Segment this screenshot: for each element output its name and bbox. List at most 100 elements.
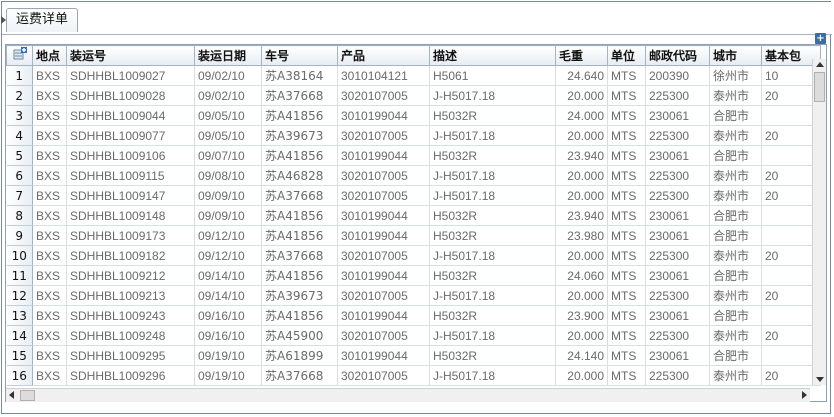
table-cell[interactable]: 合肥市 — [709, 225, 762, 246]
add-row-icon[interactable] — [6, 45, 33, 66]
row-number[interactable]: 3 — [6, 105, 33, 126]
horizontal-scroll-thumb[interactable] — [20, 390, 35, 401]
table-row[interactable]: 9 BXS SDHHBL1009173 09/12/10 苏A41856 30101990… — [6, 225, 821, 246]
table-cell[interactable]: 230061 — [645, 345, 710, 366]
table-cell[interactable]: 泰州市 — [709, 285, 762, 306]
column-header[interactable]: 单位 — [607, 45, 646, 66]
table-cell[interactable]: BXS — [32, 365, 67, 386]
table-cell[interactable]: BXS — [32, 105, 67, 126]
table-cell[interactable]: 3020107005 — [337, 185, 430, 206]
table-row[interactable]: 14 BXS SDHHBL1009248 09/16/10 苏A45900 3020107… — [6, 325, 821, 346]
table-cell[interactable]: 24.060 — [555, 265, 608, 286]
row-number[interactable]: 14 — [6, 325, 33, 346]
table-cell[interactable]: SDHHBL1009044 — [66, 105, 195, 126]
table-cell[interactable]: 23.940 — [555, 145, 608, 166]
column-header[interactable]: 产品 — [337, 45, 430, 66]
table-cell[interactable]: 09/09/10 — [194, 205, 262, 226]
table-cell[interactable]: 苏A45900 — [261, 325, 338, 346]
table-row[interactable]: 12 BXS SDHHBL1009213 09/14/10 苏A39673 3020107… — [6, 285, 821, 306]
table-cell[interactable]: 合肥市 — [709, 305, 762, 326]
table-cell[interactable]: 23.980 — [555, 225, 608, 246]
table-cell[interactable]: BXS — [32, 185, 67, 206]
table-cell[interactable]: 20.000 — [555, 245, 608, 266]
table-cell[interactable]: SDHHBL1009213 — [66, 285, 195, 306]
table-cell[interactable]: 3010199044 — [337, 265, 430, 286]
row-number[interactable]: 12 — [6, 285, 33, 306]
row-number[interactable]: 4 — [6, 125, 33, 146]
table-cell[interactable]: 225300 — [645, 185, 710, 206]
table-cell[interactable]: H5032R — [429, 145, 556, 166]
row-number[interactable]: 1 — [6, 65, 33, 86]
add-column-icon[interactable]: + — [815, 33, 826, 44]
table-cell[interactable]: BXS — [32, 165, 67, 186]
table-row[interactable]: 15 BXS SDHHBL1009295 09/19/10 苏A61899 3010199… — [6, 345, 821, 366]
table-cell[interactable]: 苏A61899 — [261, 345, 338, 366]
row-number[interactable]: 5 — [6, 145, 33, 166]
table-cell[interactable]: 泰州市 — [709, 165, 762, 186]
table-cell[interactable]: SDHHBL1009027 — [66, 65, 195, 86]
table-cell[interactable]: 3010199044 — [337, 225, 430, 246]
table-cell[interactable]: 230061 — [645, 305, 710, 326]
table-cell[interactable]: 230061 — [645, 225, 710, 246]
table-cell[interactable]: 苏A41856 — [261, 105, 338, 126]
table-cell[interactable]: MTS — [607, 145, 646, 166]
table-cell[interactable]: 泰州市 — [709, 185, 762, 206]
table-cell[interactable]: 20.000 — [555, 165, 608, 186]
table-cell[interactable]: H5061 — [429, 65, 556, 86]
table-cell[interactable]: 泰州市 — [709, 85, 762, 106]
table-cell[interactable]: J-H5017.18 — [429, 125, 556, 146]
table-cell[interactable]: 09/14/10 — [194, 265, 262, 286]
table-cell[interactable]: 24.000 — [555, 105, 608, 126]
table-cell[interactable]: 09/12/10 — [194, 245, 262, 266]
column-header[interactable]: 装运号 — [66, 45, 195, 66]
row-number[interactable]: 9 — [6, 225, 33, 246]
table-cell[interactable]: SDHHBL1009212 — [66, 265, 195, 286]
table-cell[interactable]: 苏A39673 — [261, 125, 338, 146]
table-cell[interactable]: MTS — [607, 265, 646, 286]
table-cell[interactable]: 20.000 — [555, 125, 608, 146]
table-cell[interactable]: BXS — [32, 65, 67, 86]
table-cell[interactable]: BXS — [32, 245, 67, 266]
table-cell[interactable]: 24.640 — [555, 65, 608, 86]
row-number[interactable]: 13 — [6, 305, 33, 326]
table-cell[interactable]: H5032R — [429, 225, 556, 246]
vertical-scrollbar[interactable] — [812, 59, 826, 385]
table-cell[interactable]: 3020107005 — [337, 125, 430, 146]
table-cell[interactable]: 09/05/10 — [194, 125, 262, 146]
table-cell[interactable]: MTS — [607, 225, 646, 246]
table-cell[interactable]: 苏A41856 — [261, 145, 338, 166]
table-cell[interactable]: SDHHBL1009182 — [66, 245, 195, 266]
row-number[interactable]: 6 — [6, 165, 33, 186]
table-cell[interactable]: 苏A38164 — [261, 65, 338, 86]
table-cell[interactable]: SDHHBL1009148 — [66, 205, 195, 226]
table-row[interactable]: 16 BXS SDHHBL1009296 09/19/10 苏A37668 3020107… — [6, 365, 821, 386]
table-row[interactable]: 10 BXS SDHHBL1009182 09/12/10 苏A37668 3020107… — [6, 245, 821, 266]
table-cell[interactable]: H5032R — [429, 205, 556, 226]
table-cell[interactable]: 3020107005 — [337, 85, 430, 106]
table-cell[interactable]: 09/02/10 — [194, 85, 262, 106]
table-cell[interactable]: 20.000 — [555, 365, 608, 386]
table-cell[interactable]: 3010199044 — [337, 305, 430, 326]
table-cell[interactable]: SDHHBL1009248 — [66, 325, 195, 346]
table-cell[interactable]: BXS — [32, 285, 67, 306]
table-cell[interactable]: 09/08/10 — [194, 165, 262, 186]
table-cell[interactable]: SDHHBL1009147 — [66, 185, 195, 206]
table-cell[interactable]: 苏A41856 — [261, 205, 338, 226]
table-cell[interactable]: BXS — [32, 265, 67, 286]
table-cell[interactable]: SDHHBL1009295 — [66, 345, 195, 366]
table-cell[interactable]: J-H5017.18 — [429, 325, 556, 346]
table-cell[interactable]: 合肥市 — [709, 105, 762, 126]
table-cell[interactable]: BXS — [32, 325, 67, 346]
column-header[interactable]: 邮政代码 — [645, 45, 710, 66]
table-row[interactable]: 5 BXS SDHHBL1009106 09/07/10 苏A41856 30101990… — [6, 145, 821, 166]
table-cell[interactable]: 3020107005 — [337, 285, 430, 306]
table-cell[interactable]: 230061 — [645, 205, 710, 226]
table-cell[interactable]: 225300 — [645, 85, 710, 106]
table-cell[interactable]: 09/16/10 — [194, 305, 262, 326]
table-cell[interactable]: BXS — [32, 305, 67, 326]
table-cell[interactable]: 3010199044 — [337, 145, 430, 166]
column-header[interactable]: 车号 — [261, 45, 338, 66]
table-cell[interactable]: 225300 — [645, 285, 710, 306]
table-cell[interactable]: 泰州市 — [709, 325, 762, 346]
table-cell[interactable]: 3020107005 — [337, 365, 430, 386]
